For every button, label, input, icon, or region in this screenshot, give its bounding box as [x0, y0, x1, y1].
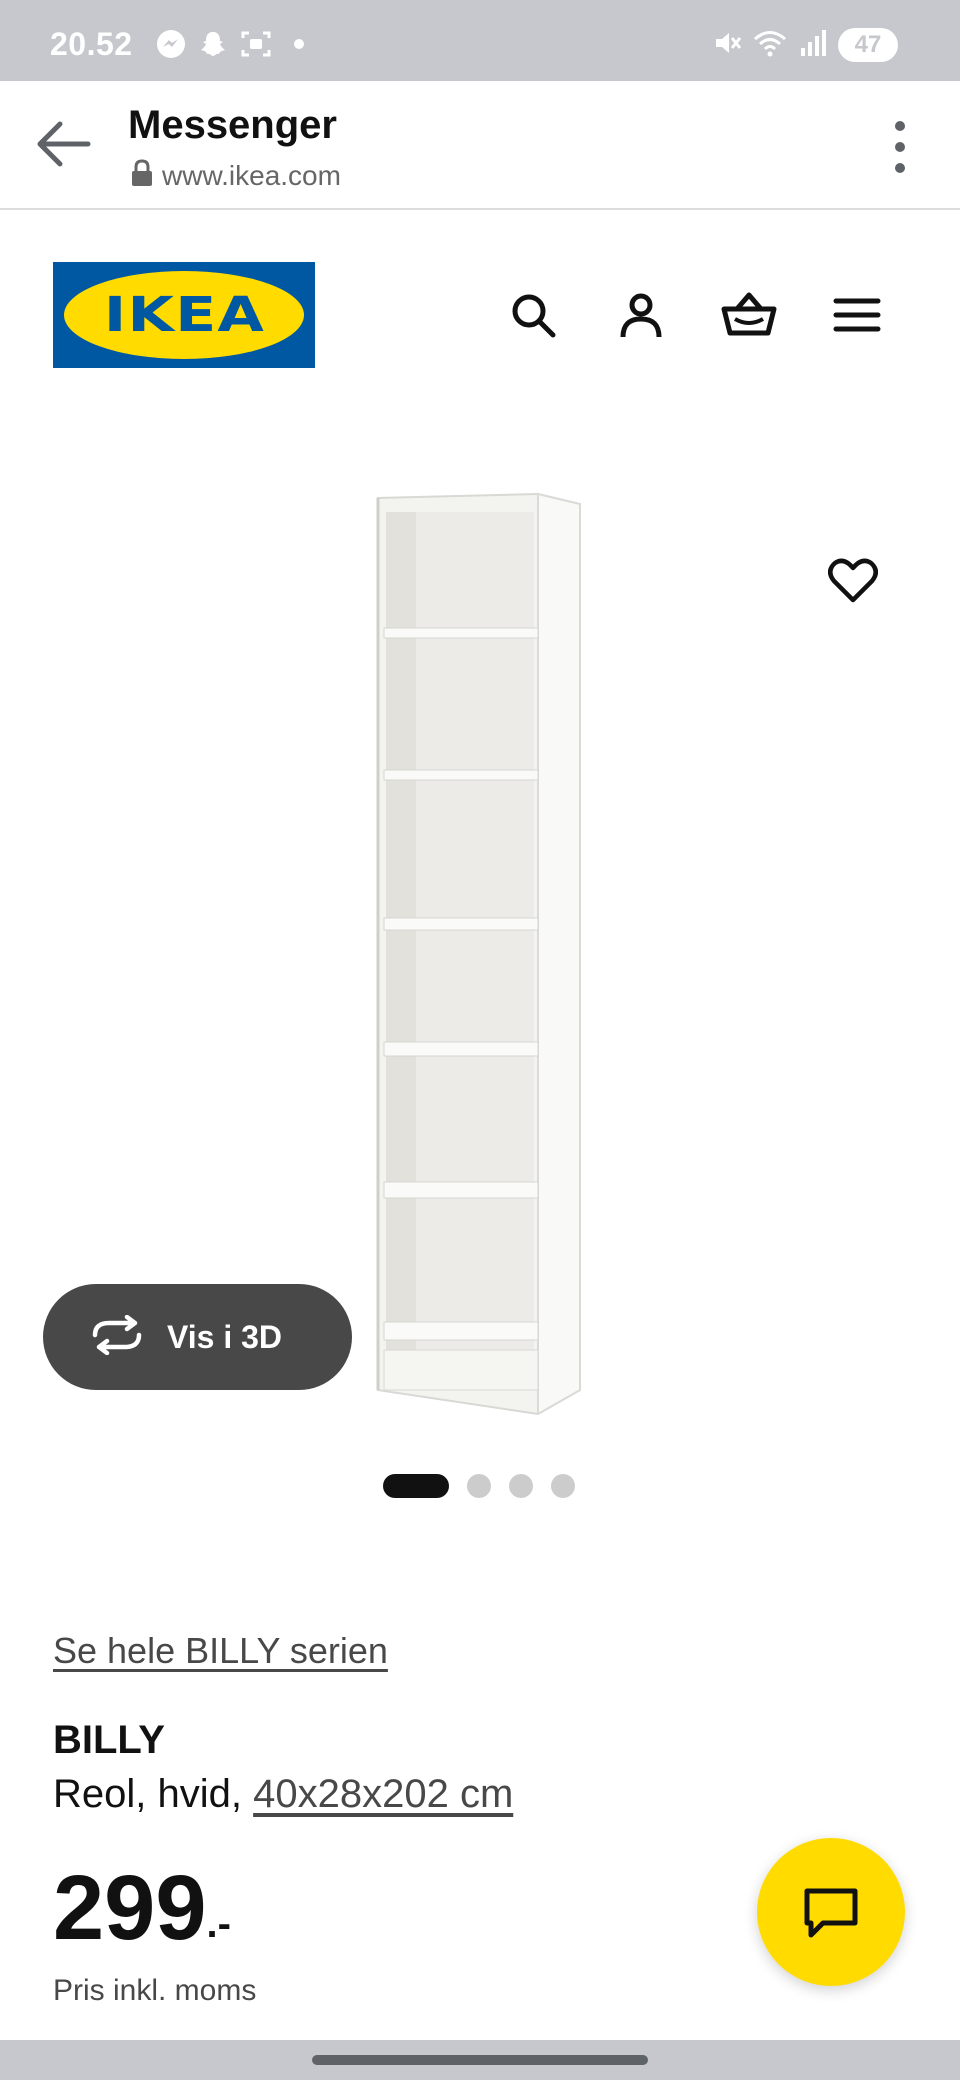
search-icon — [512, 294, 556, 338]
screenshot-icon — [240, 29, 272, 64]
status-bar: 20.52 47 — [0, 0, 960, 81]
pagination-dot-4[interactable] — [551, 1474, 575, 1498]
heart-icon — [828, 558, 878, 603]
system-icons: 47 — [712, 26, 898, 64]
signal-icon — [798, 28, 828, 63]
mute-icon — [712, 28, 742, 63]
status-time: 20.52 — [50, 26, 133, 62]
logo-oval: IKEA — [64, 271, 304, 359]
account-icon — [620, 293, 662, 338]
battery-indicator: 47 — [838, 28, 898, 62]
price: 299 .- — [53, 1862, 231, 1954]
browser-title: Messenger — [128, 103, 337, 147]
messenger-icon — [156, 29, 186, 64]
snapchat-icon — [198, 29, 228, 64]
series-link[interactable]: Se hele BILLY serien — [53, 1630, 388, 1672]
kebab-dot — [895, 121, 905, 131]
product-name: BILLY — [53, 1718, 165, 1762]
more-options-button[interactable] — [880, 115, 920, 179]
dimensions-link[interactable]: 40x28x202 cm — [253, 1772, 513, 1816]
logo-text: IKEA — [103, 287, 265, 343]
pagination-dot-3[interactable] — [509, 1474, 533, 1498]
bookcase-illustration — [376, 492, 581, 1416]
kebab-dot — [895, 142, 905, 152]
chat-button[interactable] — [757, 1838, 905, 1986]
price-value: 299 — [53, 1857, 207, 1959]
price-suffix: .- — [206, 1902, 231, 1946]
lock-icon — [130, 159, 154, 192]
pagination-dot-2[interactable] — [467, 1474, 491, 1498]
rotate-icon — [89, 1314, 145, 1360]
image-pagination — [383, 1474, 575, 1498]
search-button[interactable] — [500, 282, 566, 348]
chat-icon — [804, 1888, 858, 1938]
home-gesture-handle[interactable] — [312, 2055, 648, 2065]
back-arrow-icon — [37, 121, 91, 167]
ikea-logo[interactable]: IKEA — [53, 262, 315, 368]
menu-icon — [833, 298, 881, 332]
product-type: Reol, hvid, — [53, 1772, 254, 1816]
view-3d-button[interactable]: Vis i 3D — [43, 1284, 352, 1390]
price-note: Pris inkl. moms — [53, 1974, 257, 2007]
account-button[interactable] — [608, 282, 674, 348]
kebab-dot — [895, 163, 905, 173]
header-actions — [500, 282, 890, 348]
menu-button[interactable] — [824, 282, 890, 348]
dot-icon — [284, 29, 314, 64]
url-row: www.ikea.com — [130, 159, 341, 192]
navigation-bar — [0, 2040, 960, 2080]
wifi-icon — [752, 28, 788, 63]
favorite-button[interactable] — [820, 548, 886, 614]
basket-button[interactable] — [716, 282, 782, 348]
browser-bar: Messenger www.ikea.com — [0, 81, 960, 210]
product-image[interactable] — [370, 490, 590, 1416]
view-3d-label: Vis i 3D — [167, 1318, 283, 1355]
back-button[interactable] — [30, 111, 96, 177]
browser-url: www.ikea.com — [162, 159, 341, 191]
basket-icon — [721, 292, 777, 336]
product-description: Reol, hvid, 40x28x202 cm — [53, 1772, 513, 1817]
notification-icons — [156, 28, 314, 64]
pagination-dot-1[interactable] — [383, 1474, 449, 1498]
